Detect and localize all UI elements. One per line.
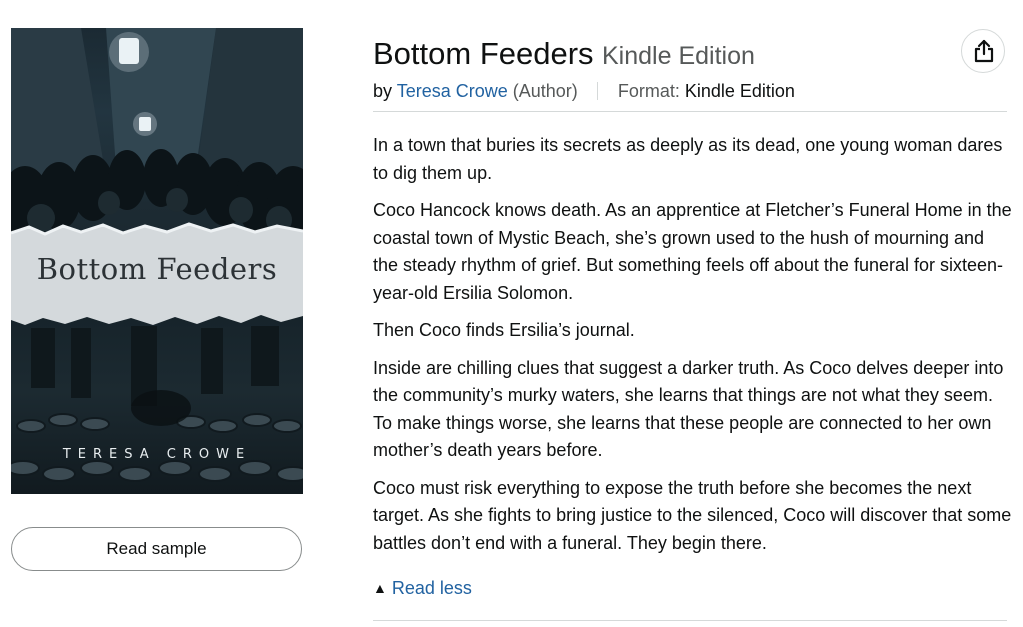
share-button[interactable] [961,29,1005,73]
read-sample-button[interactable]: Read sample [11,527,302,571]
cover-title-text: Bottom Feeders [36,252,278,286]
header-divider [373,111,1007,112]
description-paragraph: Coco must risk everything to expose the … [373,477,1012,553]
read-less-label: Read less [391,578,472,598]
product-page: Bottom Feeders TERESA CROWE Read sample … [0,0,1023,627]
product-title: Bottom Feeders [373,36,594,71]
book-cover-image[interactable]: Bottom Feeders TERESA CROWE [11,28,303,494]
share-icon [974,39,994,63]
author-link[interactable]: Teresa Crowe [397,81,508,101]
description-paragraph: In a town that buries its secrets as dee… [373,135,1003,183]
product-edition: Kindle Edition [602,42,755,70]
format-label: Format: [617,81,680,101]
description-paragraph: Coco Hancock knows death. As an apprenti… [373,200,1012,303]
caret-up-icon: ▲ [373,580,387,596]
footer-divider [373,620,1007,621]
by-prefix: by [373,81,393,101]
read-less-link[interactable]: ▲ Read less [373,578,472,599]
byline: by Teresa Crowe (Author) Format: Kindle … [373,81,795,102]
description-paragraph: Inside are chilling clues that suggest a… [373,357,1004,461]
description-paragraph: Then Coco finds Ersilia’s journal. [373,320,635,340]
cover-author-text: TERESA CROWE [62,447,252,462]
format-value: Kindle Edition [684,81,795,101]
author-role: (Author) [512,81,578,101]
byline-divider [596,82,598,100]
book-description: In a town that buries its secrets as dee… [373,132,1013,567]
product-title-row: Bottom Feeders Kindle Edition [373,36,755,72]
